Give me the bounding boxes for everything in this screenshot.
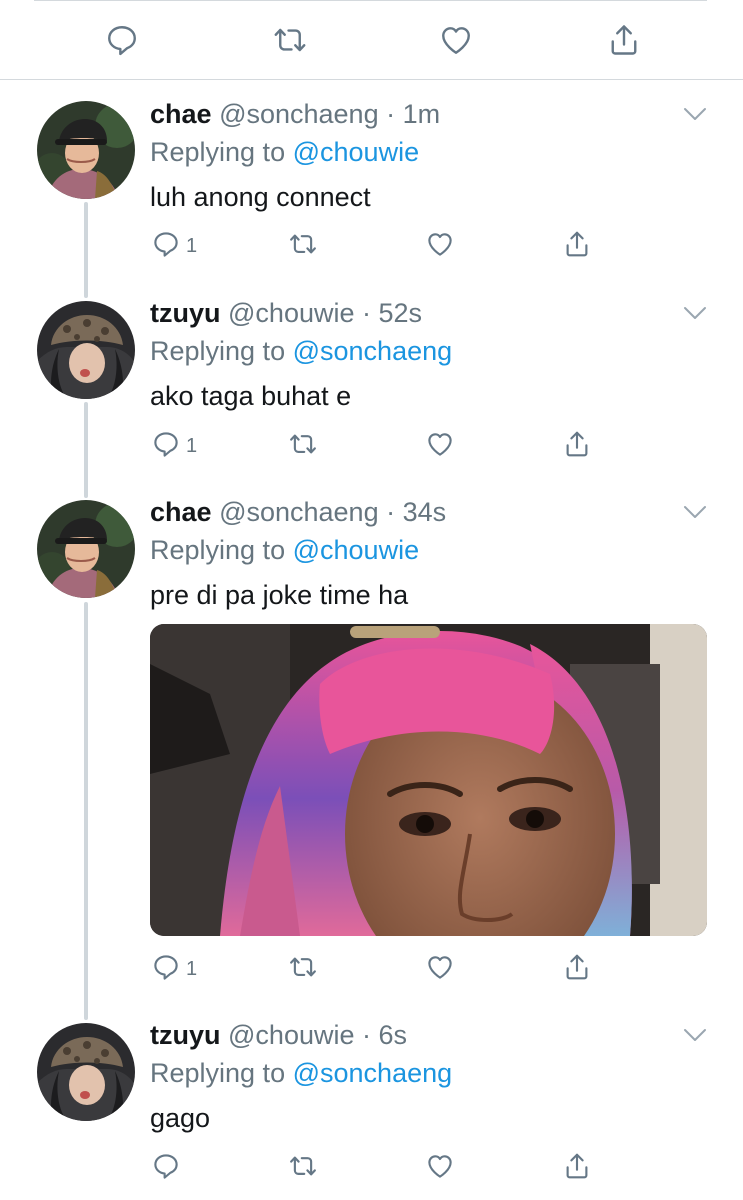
tweet-text: ako taga buhat e xyxy=(150,381,352,411)
like-icon[interactable] xyxy=(425,429,455,459)
like-icon[interactable] xyxy=(425,229,455,259)
avatar[interactable] xyxy=(37,500,135,598)
avatar[interactable] xyxy=(37,301,135,399)
mention-link[interactable]: @chouwie xyxy=(293,137,419,167)
retweet-icon[interactable] xyxy=(288,952,318,982)
thread-line xyxy=(84,202,88,298)
chevron-down-icon[interactable] xyxy=(682,1027,708,1043)
retweet-icon[interactable] xyxy=(288,1151,318,1181)
user-handle[interactable]: @chouwie xyxy=(228,298,354,328)
user-handle[interactable]: @sonchaeng xyxy=(219,497,379,527)
mention-link[interactable]: @sonchaeng xyxy=(293,336,453,366)
replying-to: Replying to @sonchaeng xyxy=(150,335,452,367)
tweet-header: tzuyu @chouwie · 6s xyxy=(150,1019,407,1051)
thread-line xyxy=(84,402,88,498)
retweet-icon[interactable] xyxy=(288,429,318,459)
replying-to: Replying to @chouwie xyxy=(150,534,419,566)
share-icon[interactable] xyxy=(562,429,592,459)
display-name[interactable]: tzuyu xyxy=(150,298,221,328)
replying-prefix: Replying to xyxy=(150,336,286,366)
mention-link[interactable]: @chouwie xyxy=(293,535,419,565)
display-name[interactable]: chae xyxy=(150,99,212,129)
retweet-icon[interactable] xyxy=(272,22,308,58)
like-icon[interactable] xyxy=(438,22,474,58)
share-icon[interactable] xyxy=(562,229,592,259)
tweet-header: tzuyu @chouwie · 52s xyxy=(150,297,422,329)
tweet-text: gago xyxy=(150,1103,211,1133)
separator-dot: · xyxy=(354,298,379,328)
reply-count: 1 xyxy=(186,435,198,457)
replying-to: Replying to @sonchaeng xyxy=(150,1057,452,1089)
timestamp: 34s xyxy=(402,497,447,527)
parent-tweet-actions xyxy=(0,0,743,80)
reply-icon[interactable] xyxy=(151,429,181,459)
replying-to: Replying to @chouwie xyxy=(150,136,419,168)
tweet-text: luh anong connect xyxy=(150,182,371,212)
timestamp: 1m xyxy=(402,99,441,129)
separator-dot: · xyxy=(378,497,403,527)
replying-prefix: Replying to xyxy=(150,535,286,565)
share-icon[interactable] xyxy=(562,1151,592,1181)
avatar[interactable] xyxy=(37,1023,135,1121)
tweet-media-image[interactable] xyxy=(150,624,707,936)
mention-link[interactable]: @sonchaeng xyxy=(293,1058,453,1088)
reply-icon[interactable] xyxy=(151,1151,181,1181)
thread-line xyxy=(84,602,88,1020)
tweet-text: pre di pa joke time ha xyxy=(150,580,409,610)
share-icon[interactable] xyxy=(606,22,642,58)
replying-prefix: Replying to xyxy=(150,1058,286,1088)
reply-count: 1 xyxy=(186,235,198,257)
display-name[interactable]: chae xyxy=(150,497,212,527)
share-icon[interactable] xyxy=(562,952,592,982)
chevron-down-icon[interactable] xyxy=(682,106,708,122)
like-icon[interactable] xyxy=(425,952,455,982)
reply-count: 1 xyxy=(186,958,198,980)
reply-icon[interactable] xyxy=(151,229,181,259)
tweet-header: chae @sonchaeng · 1m xyxy=(150,98,440,130)
user-handle[interactable]: @chouwie xyxy=(228,1020,354,1050)
like-icon[interactable] xyxy=(425,1151,455,1181)
reply-icon[interactable] xyxy=(151,952,181,982)
section-divider xyxy=(0,79,743,80)
chevron-down-icon[interactable] xyxy=(682,305,708,321)
user-handle[interactable]: @sonchaeng xyxy=(219,99,379,129)
retweet-icon[interactable] xyxy=(288,229,318,259)
separator-dot: · xyxy=(378,99,403,129)
reply-icon[interactable] xyxy=(104,22,140,58)
timestamp: 6s xyxy=(378,1020,408,1050)
avatar[interactable] xyxy=(37,101,135,199)
tweet-header: chae @sonchaeng · 34s xyxy=(150,496,446,528)
separator-dot: · xyxy=(354,1020,379,1050)
display-name[interactable]: tzuyu xyxy=(150,1020,221,1050)
replying-prefix: Replying to xyxy=(150,137,286,167)
chevron-down-icon[interactable] xyxy=(682,504,708,520)
timestamp: 52s xyxy=(378,298,423,328)
